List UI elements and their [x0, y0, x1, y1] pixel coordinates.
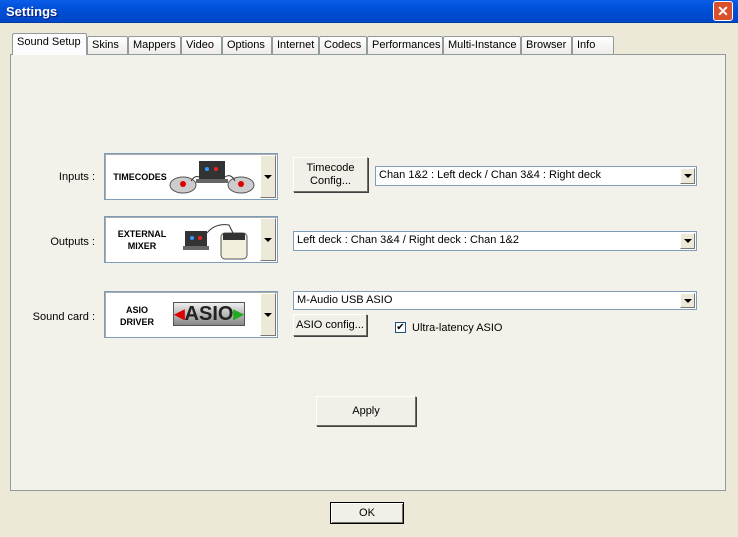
sound-card-dropdown[interactable] [680, 293, 695, 308]
title-bar[interactable] [0, 0, 738, 23]
tab-mappers[interactable]: Mappers [128, 36, 181, 55]
asio-logo: ◂ASIO▸ [173, 302, 245, 326]
outputs-channel-select[interactable]: Left deck : Chan 3&4 / Right deck : Chan… [293, 231, 697, 251]
inputs-channel-dropdown[interactable] [680, 168, 695, 184]
window-title: Settings [6, 4, 58, 19]
inputs-image-combo[interactable]: TIMECODES [104, 153, 278, 200]
chevron-down-icon [683, 174, 692, 178]
timecodes-text: TIMECODES [113, 172, 167, 182]
asio-text: ASIO [125, 305, 148, 315]
timecode-config-line1: Timecode [306, 161, 355, 174]
tab-multi-instance[interactable]: Multi-Instance [443, 36, 521, 55]
asio-driver-text: ASIO DRIVER [109, 304, 165, 328]
mixer-text: MIXER [127, 241, 157, 251]
chevron-down-icon [264, 237, 272, 242]
sound-card-value: M-Audio USB ASIO [297, 294, 393, 306]
ultra-latency-checkbox[interactable]: ✔ [395, 322, 406, 333]
timecode-config-line2: Config... [310, 174, 351, 187]
inputs-channel-select[interactable]: Chan 1&2 : Left deck / Chan 3&4 : Right … [375, 166, 697, 186]
outputs-label: Outputs : [50, 236, 95, 248]
external-text: EXTERNAL [117, 229, 167, 239]
timecode-config-button[interactable]: Timecode Config... [293, 157, 368, 192]
outputs-image-combo[interactable]: EXTERNAL MIXER [104, 216, 278, 263]
tab-options[interactable]: Options [222, 36, 272, 55]
inputs-dropdown-button[interactable] [260, 155, 276, 198]
tab-browser[interactable]: Browser [521, 36, 572, 55]
chevron-down-icon [264, 312, 272, 317]
inputs-channel-value: Chan 1&2 : Left deck / Chan 3&4 : Right … [379, 169, 601, 181]
tab-codecs[interactable]: Codecs [319, 36, 367, 55]
chevron-down-icon [264, 174, 272, 179]
tab-video[interactable]: Video [181, 36, 222, 55]
turntables-laptop-icon [169, 161, 255, 194]
outputs-channel-value: Left deck : Chan 3&4 / Right deck : Chan… [297, 234, 519, 246]
apply-button[interactable]: Apply [316, 396, 416, 426]
outputs-channel-dropdown[interactable] [680, 233, 695, 249]
tab-performances[interactable]: Performances [367, 36, 443, 55]
sound-card-select[interactable]: M-Audio USB ASIO [293, 291, 697, 310]
tab-info[interactable]: Info [572, 36, 614, 55]
chevron-down-icon [683, 298, 692, 303]
sound-card-label: Sound card : [32, 311, 95, 323]
tab-internet[interactable]: Internet [272, 36, 319, 55]
ultra-latency-label[interactable]: Ultra-latency ASIO [412, 322, 502, 334]
ok-button[interactable]: OK [330, 502, 404, 524]
tab-sound-setup[interactable]: Sound Setup [12, 33, 87, 55]
external-mixer-text: EXTERNAL MIXER [109, 228, 175, 252]
tab-skins[interactable]: Skins [87, 36, 128, 55]
driver-text: DRIVER [119, 317, 154, 327]
asio-config-button[interactable]: ASIO config... [293, 314, 367, 336]
close-icon[interactable]: ✕ [713, 1, 733, 21]
sound-card-dropdown-button[interactable] [260, 293, 276, 336]
outputs-dropdown-button[interactable] [260, 218, 276, 261]
inputs-label: Inputs : [58, 171, 95, 183]
sound-card-image-combo[interactable]: ASIO DRIVER ◂ASIO▸ [104, 291, 278, 338]
chevron-down-icon [683, 239, 692, 243]
laptop-mixer-icon [183, 224, 248, 260]
